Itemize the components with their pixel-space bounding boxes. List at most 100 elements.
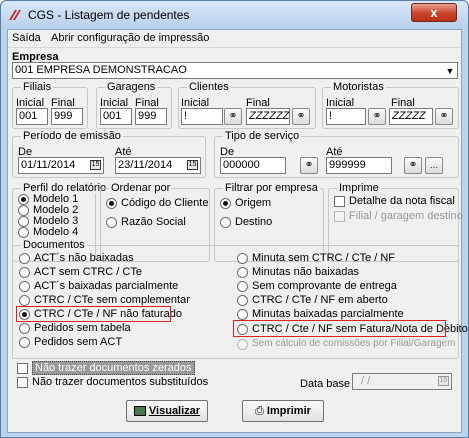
doc-pedidos-sem-tabela-radio[interactable] bbox=[19, 323, 30, 334]
perfil-modelo-4-label: Modelo 4 bbox=[33, 226, 79, 238]
filial-destino-checkbox bbox=[334, 211, 345, 222]
perfil-modelo-2-radio[interactable] bbox=[18, 205, 29, 216]
doc-act-baixadas-parcial-label: ACT´s baixadas parcialmente bbox=[34, 280, 179, 292]
binoculars-icon[interactable]: ⚭ bbox=[404, 157, 422, 174]
doc-minuta-sem-ctrc-radio[interactable] bbox=[237, 253, 248, 264]
filtrar-destino-radio[interactable] bbox=[220, 217, 231, 228]
tipo-servico-de-input[interactable]: 000000 bbox=[220, 157, 286, 174]
filtrar-origem-label: Origem bbox=[235, 197, 272, 209]
chevron-down-icon[interactable]: ▼ bbox=[445, 66, 455, 76]
motoristas-inicial-input[interactable]: ! bbox=[326, 108, 366, 125]
doc-sem-calculo-comissoes-label: Sem cálculo de comissões por Filial/Gara… bbox=[252, 338, 456, 349]
printer-icon: ⎙ bbox=[255, 405, 264, 418]
monitor-icon bbox=[133, 406, 146, 417]
clientes-inicial-input[interactable]: ! bbox=[181, 108, 223, 125]
doc-minutas-nao-baixadas-label: Minutas não baixadas bbox=[252, 266, 360, 278]
doc-act-baixadas-parcial-radio[interactable] bbox=[19, 281, 30, 292]
binoculars-icon[interactable]: ⚭ bbox=[224, 108, 242, 125]
filiais-label: Filiais bbox=[21, 81, 54, 93]
periodo-de-value: 01/11/2014 bbox=[21, 159, 76, 171]
ordenar-label: Ordenar por bbox=[109, 182, 173, 194]
garagens-label: Garagens bbox=[105, 81, 158, 93]
perfil-modelo-4-radio[interactable] bbox=[18, 227, 29, 238]
ordenar-codigo-radio[interactable] bbox=[106, 198, 117, 209]
doc-minuta-sem-ctrc-label: Minuta sem CTRC / CTe / NF bbox=[252, 252, 396, 264]
doc-minutas-baixadas-parcial-radio[interactable] bbox=[237, 309, 248, 320]
visualizar-label: Visualizar bbox=[148, 405, 201, 417]
nao-trazer-zerados-label: Não trazer documentos zerados bbox=[32, 361, 195, 375]
doc-act-sem-ctrc-label: ACT sem CTRC / CTe bbox=[34, 266, 142, 278]
nao-trazer-substituidos-label: Não trazer documentos substituídos bbox=[32, 376, 209, 388]
menu-bar: Saída Abrir configuração de impressão bbox=[8, 30, 461, 48]
empresa-select[interactable]: 001 EMPRESA DEMONSTRACAO ▼ bbox=[12, 62, 458, 79]
tipo-servico-label: Tipo de serviço bbox=[223, 130, 302, 142]
doc-pedidos-sem-tabela-label: Pedidos sem tabela bbox=[34, 322, 131, 334]
imprimir-label: Imprimir bbox=[266, 405, 311, 417]
ordenar-razao-radio[interactable] bbox=[106, 217, 117, 228]
nao-trazer-zerados-checkbox[interactable] bbox=[17, 363, 28, 374]
doc-minutas-baixadas-parcial-label: Minutas baixadas parcialmente bbox=[252, 308, 404, 320]
documentos-label: Documentos bbox=[21, 239, 87, 251]
garagens-final-input[interactable]: 999 bbox=[135, 108, 167, 125]
title-bar[interactable]: CGS - Listagem de pendentes x bbox=[1, 1, 468, 29]
filtrar-origem-radio[interactable] bbox=[220, 198, 231, 209]
doc-sem-comprovante-radio[interactable] bbox=[237, 281, 248, 292]
imprime-label: Imprime bbox=[337, 182, 381, 194]
filtrar-label: Filtrar por empresa bbox=[223, 182, 320, 194]
visualizar-button[interactable]: Visualizar bbox=[126, 400, 208, 422]
calendar-icon[interactable]: 15 bbox=[90, 160, 101, 170]
ordenar-codigo-label: Código do Cliente bbox=[121, 197, 209, 209]
motoristas-label: Motoristas bbox=[331, 81, 386, 93]
doc-ctrc-em-aberto-radio[interactable] bbox=[237, 295, 248, 306]
periodo-de-input[interactable]: 01/11/2014 15 bbox=[18, 157, 104, 174]
imprimir-button[interactable]: ⎙ Imprimir bbox=[242, 400, 324, 422]
periodo-ate-input[interactable]: 23/11/2014 15 bbox=[115, 157, 201, 174]
window-title: CGS - Listagem de pendentes bbox=[28, 8, 190, 22]
highlight-box bbox=[16, 306, 171, 322]
doc-pedidos-sem-act-radio[interactable] bbox=[19, 337, 30, 348]
menu-saida[interactable]: Saída bbox=[12, 32, 41, 44]
ordenar-razao-label: Razão Social bbox=[121, 216, 186, 228]
data-base-input[interactable]: / / 15 bbox=[352, 373, 452, 390]
app-logo-icon bbox=[9, 10, 21, 20]
binoculars-icon[interactable]: ⚭ bbox=[368, 108, 386, 125]
doc-ctrc-sem-complementar-label: CTRC / CTe sem complementar bbox=[34, 294, 190, 306]
filial-destino-label: Filial / garagem destino bbox=[349, 210, 463, 222]
calendar-icon[interactable]: 15 bbox=[187, 160, 198, 170]
data-base-label: Data base bbox=[300, 378, 351, 390]
periodo-label: Período de emissão bbox=[21, 130, 123, 142]
filtrar-destino-label: Destino bbox=[235, 216, 273, 228]
client-area: Saída Abrir configuração de impressão Em… bbox=[7, 29, 468, 433]
menu-config[interactable]: Abrir configuração de impressão bbox=[51, 32, 209, 44]
periodo-ate-value: 23/11/2014 bbox=[118, 159, 173, 171]
binoculars-icon[interactable]: ⚭ bbox=[300, 157, 318, 174]
calendar-icon[interactable]: 15 bbox=[438, 376, 449, 386]
data-base-value: / / bbox=[361, 375, 371, 387]
doc-act-sem-ctrc-radio[interactable] bbox=[19, 267, 30, 278]
doc-ctrc-sem-complementar-radio[interactable] bbox=[19, 295, 30, 306]
garagens-inicial-input[interactable]: 001 bbox=[100, 108, 132, 125]
close-button[interactable]: x bbox=[411, 3, 457, 22]
perfil-modelo-3-radio[interactable] bbox=[18, 216, 29, 227]
detalhe-nota-checkbox[interactable] bbox=[334, 196, 345, 207]
motoristas-final-input[interactable]: ZZZZZ bbox=[389, 108, 433, 125]
highlight-box bbox=[233, 320, 446, 337]
perfil-modelo-1-radio[interactable] bbox=[18, 194, 29, 205]
filiais-inicial-input[interactable]: 001 bbox=[16, 108, 48, 125]
detalhe-nota-label: Detalhe da nota fiscal bbox=[349, 195, 455, 207]
doc-sem-calculo-comissoes-radio bbox=[237, 339, 248, 350]
more-button[interactable]: ... bbox=[425, 157, 443, 174]
filiais-final-input[interactable]: 999 bbox=[51, 108, 83, 125]
binoculars-icon[interactable]: ⚭ bbox=[435, 108, 453, 125]
main-window: CGS - Listagem de pendentes x Saída Abri… bbox=[0, 0, 469, 438]
doc-minutas-nao-baixadas-radio[interactable] bbox=[237, 267, 248, 278]
tipo-servico-ate-input[interactable]: 999999 bbox=[326, 157, 392, 174]
doc-sem-comprovante-label: Sem comprovante de entrega bbox=[252, 280, 397, 292]
nao-trazer-substituidos-checkbox[interactable] bbox=[17, 377, 28, 388]
clientes-final-input[interactable]: ZZZZZZ bbox=[246, 108, 290, 125]
binoculars-icon[interactable]: ⚭ bbox=[292, 108, 310, 125]
doc-act-nao-baixadas-radio[interactable] bbox=[19, 253, 30, 264]
doc-act-nao-baixadas-label: ACT´s não baixadas bbox=[34, 252, 134, 264]
doc-ctrc-em-aberto-label: CTRC / CTe / NF em aberto bbox=[252, 294, 388, 306]
doc-pedidos-sem-act-label: Pedidos sem ACT bbox=[34, 336, 123, 348]
